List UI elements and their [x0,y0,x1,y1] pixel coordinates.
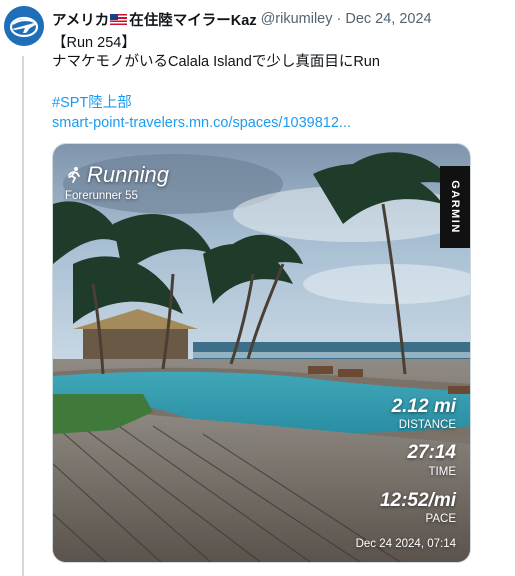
tweet-text-line-1: 【Run 254】 [52,35,136,51]
distance-value: 2.12 mi [391,396,456,417]
tweet-photo[interactable]: Running Forerunner 55 GARMIN 2.12 mi DIS… [52,143,471,563]
separator-dot: · [336,11,342,27]
pace-label: PACE [425,513,456,525]
tweet-header: アメリカ 在住陸マイラーKaz @rikumiley · Dec 24, 202… [52,9,432,29]
author-handle[interactable]: @rikumiley [261,11,333,27]
external-link[interactable]: smart-point-travelers.mn.co/spaces/10398… [52,114,351,133]
tweet-text-line-2: ナマケモノがいるCalala Islandで少し真面目にRun [52,54,380,70]
runner-icon [68,167,80,183]
hashtag-link[interactable]: #SPT陸上部 [52,94,132,113]
time-value: 27:14 [407,442,456,463]
author-name[interactable]: アメリカ [52,9,109,30]
globe-plane-logo [4,6,44,46]
activity-name: Running [87,162,169,187]
device-name: Forerunner 55 [65,190,138,202]
garmin-brand-text: GARMIN [449,180,462,234]
tweet-date[interactable]: Dec 24, 2024 [345,11,431,27]
garmin-logo: GARMIN [440,166,470,248]
avatar[interactable] [4,6,44,46]
pace-value: 12:52/mi [379,490,456,511]
time-label: TIME [428,466,456,478]
thread-line [22,56,24,576]
author-name-suffix[interactable]: 在住陸マイラーKaz [129,9,256,30]
distance-label: DISTANCE [398,419,456,431]
activity-title: Running [65,162,169,188]
activity-timestamp: Dec 24 2024, 07:14 [355,538,456,550]
us-flag-icon [110,13,128,25]
